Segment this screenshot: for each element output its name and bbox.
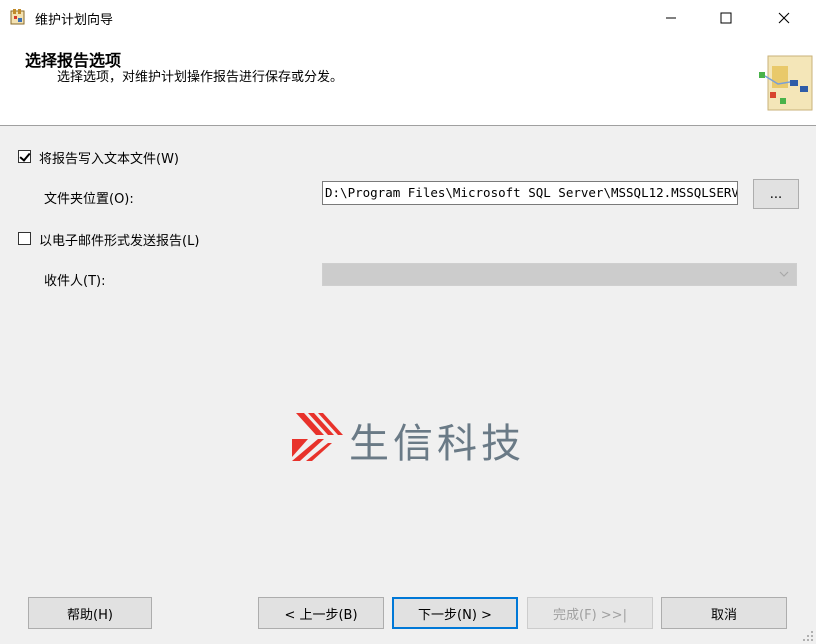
page-description: 选择选项，对维护计划操作报告进行保存或分发。: [57, 70, 344, 85]
email-report-label[interactable]: 以电子邮件形式发送报告(L): [39, 230, 199, 249]
help-button[interactable]: 帮助(H): [28, 597, 152, 629]
email-report-checkbox[interactable]: [18, 232, 31, 245]
next-button[interactable]: 下一步(N) >: [392, 597, 518, 629]
finish-button[interactable]: 完成(F) >>|: [527, 597, 653, 629]
watermark-logo: 生信科技: [290, 407, 560, 467]
write-to-file-label[interactable]: 将报告写入文本文件(W): [39, 148, 179, 167]
maximize-icon: [720, 12, 732, 24]
app-icon: [9, 8, 27, 26]
folder-location-label: 文件夹位置(O):: [44, 192, 134, 207]
browse-button[interactable]: ...: [753, 179, 799, 209]
recipient-label: 收件人(T):: [44, 274, 106, 289]
folder-location-input[interactable]: D:\Program Files\Microsoft SQL Server\MS…: [322, 181, 738, 205]
minimize-button[interactable]: [648, 0, 694, 36]
wizard-header: 选择报告选项 选择选项，对维护计划操作报告进行保存或分发。: [0, 36, 816, 126]
watermark-logo-icon: [292, 413, 343, 461]
window-title: 维护计划向导: [35, 13, 114, 28]
close-icon: [778, 12, 790, 24]
close-button[interactable]: [761, 0, 807, 36]
watermark-text: 生信科技: [349, 421, 525, 467]
minimize-icon: [666, 17, 676, 19]
resize-grip-icon[interactable]: [802, 630, 814, 642]
back-button[interactable]: < 上一步(B): [258, 597, 384, 629]
cancel-button[interactable]: 取消: [661, 597, 787, 629]
maximize-button[interactable]: [703, 0, 749, 36]
recipient-select[interactable]: [322, 263, 797, 286]
title-bar: 维护计划向导: [0, 0, 816, 36]
chevron-down-icon: [779, 271, 789, 277]
wizard-graphic-icon: [756, 52, 816, 114]
write-to-file-checkbox[interactable]: [18, 150, 31, 163]
